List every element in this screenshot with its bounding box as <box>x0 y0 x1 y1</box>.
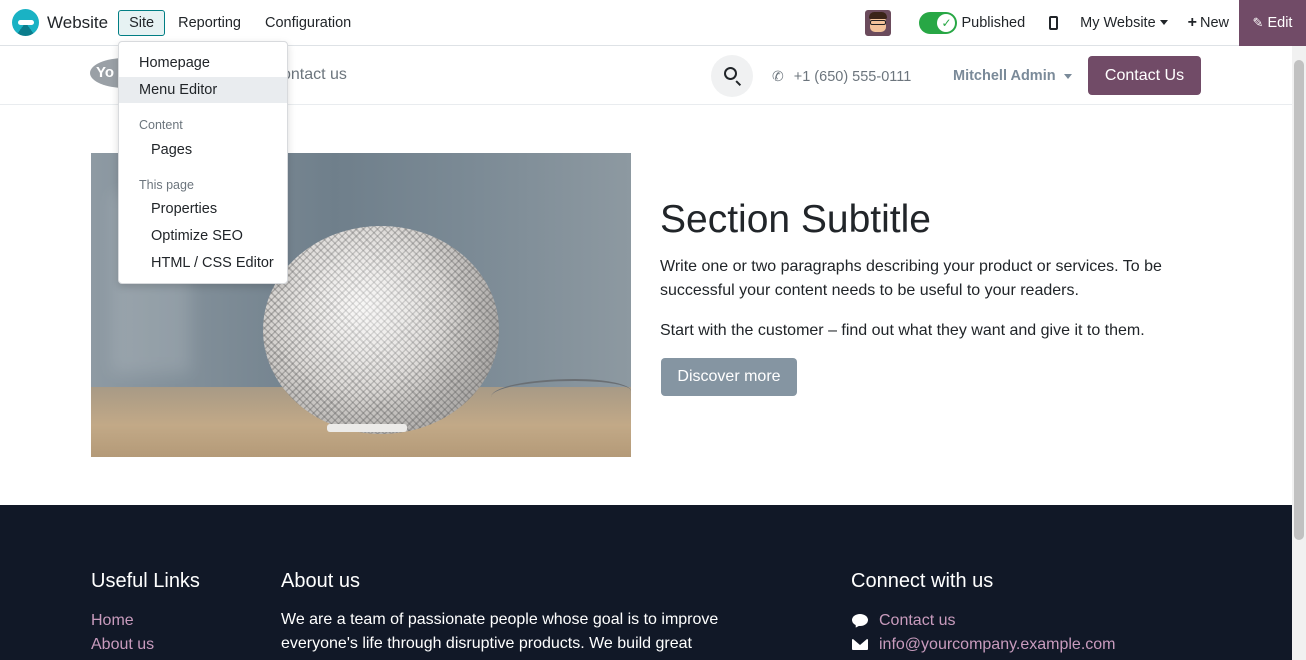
website-switcher[interactable]: My Website <box>1080 14 1168 31</box>
topbar-right: ✓ Published My Website + New ✎ Edit <box>865 0 1306 46</box>
footer: Useful Links Home About us About us We a… <box>0 505 1292 660</box>
edit-button[interactable]: ✎ Edit <box>1239 0 1306 46</box>
user-name: Mitchell Admin <box>953 68 1056 84</box>
menu-reporting[interactable]: Reporting <box>167 10 252 36</box>
menu-item-html-css-editor[interactable]: HTML / CSS Editor <box>119 250 287 276</box>
menu-item-pages[interactable]: Pages <box>119 137 287 163</box>
plus-icon: + <box>1187 13 1197 31</box>
user-avatar[interactable] <box>865 9 892 36</box>
menu-item-homepage[interactable]: Homepage <box>119 50 287 76</box>
menu-item-properties[interactable]: Properties <box>119 196 287 222</box>
nav-contact-us[interactable]: ontact us <box>282 66 347 84</box>
envelope-icon <box>852 639 868 650</box>
pencil-icon: ✎ <box>1252 14 1264 30</box>
app-name: Website <box>47 12 109 32</box>
phone-icon: ✆ <box>772 68 784 84</box>
menu-site[interactable]: Site <box>118 9 166 36</box>
section-title: Section Subtitle <box>660 198 932 241</box>
footer-useful-links-title: Useful Links <box>91 570 200 592</box>
website-switcher-label: My Website <box>1080 14 1156 31</box>
section-paragraph-2: Start with the customer – find out what … <box>660 322 1145 339</box>
footer-about-title: About us <box>281 570 360 592</box>
footer-link-about[interactable]: About us <box>91 636 154 654</box>
search-button[interactable] <box>711 55 753 97</box>
phone-link[interactable]: ✆ +1 (650) 555-0111 <box>772 68 911 85</box>
menu-item-optimize-seo[interactable]: Optimize SEO <box>119 223 287 249</box>
app-brand[interactable]: Website <box>12 0 108 46</box>
toggle-switch[interactable]: ✓ <box>919 11 958 34</box>
caret-down-icon <box>1063 73 1072 79</box>
chat-icon <box>852 614 868 626</box>
search-icon <box>724 67 737 80</box>
footer-connect-title: Connect with us <box>851 570 994 592</box>
edit-label: Edit <box>1267 14 1293 31</box>
mobile-preview-icon[interactable] <box>1049 15 1059 30</box>
published-toggle[interactable]: ✓ Published <box>919 11 1026 34</box>
scrollbar-thumb[interactable] <box>1294 60 1304 540</box>
page-scrollbar[interactable] <box>1292 46 1306 660</box>
published-label: Published <box>961 14 1026 31</box>
contact-us-button[interactable]: Contact Us <box>1088 56 1201 95</box>
admin-menu: Site Reporting Configuration <box>118 9 364 36</box>
caret-down-icon <box>1159 20 1168 25</box>
discover-more-button[interactable]: Discover more <box>661 358 797 396</box>
phone-number: +1 (650) 555-0111 <box>793 68 912 85</box>
footer-contact-link[interactable]: Contact us <box>879 612 955 630</box>
site-dropdown-menu: Homepage Menu Editor Content Pages This … <box>118 41 288 284</box>
menu-header-this-page: This page <box>139 178 194 192</box>
section-paragraph-1: Write one or two paragraphs describing y… <box>660 258 1162 299</box>
user-menu[interactable]: Mitchell Admin <box>953 68 1072 84</box>
footer-email-link[interactable]: info@yourcompany.example.com <box>879 636 1116 654</box>
check-icon: ✓ <box>937 13 956 32</box>
menu-header-content: Content <box>139 118 183 132</box>
new-label: New <box>1199 14 1229 31</box>
menu-item-menu-editor[interactable]: Menu Editor <box>119 77 287 103</box>
new-button[interactable]: + New <box>1188 14 1229 32</box>
smart-speaker-image <box>263 226 499 434</box>
website-app-icon <box>12 9 39 36</box>
admin-navbar: Website Site Reporting Configuration ✓ P… <box>0 0 1306 46</box>
footer-about-text: We are a team of passionate people whose… <box>281 611 719 652</box>
footer-link-home[interactable]: Home <box>91 612 134 630</box>
menu-configuration[interactable]: Configuration <box>254 10 362 36</box>
